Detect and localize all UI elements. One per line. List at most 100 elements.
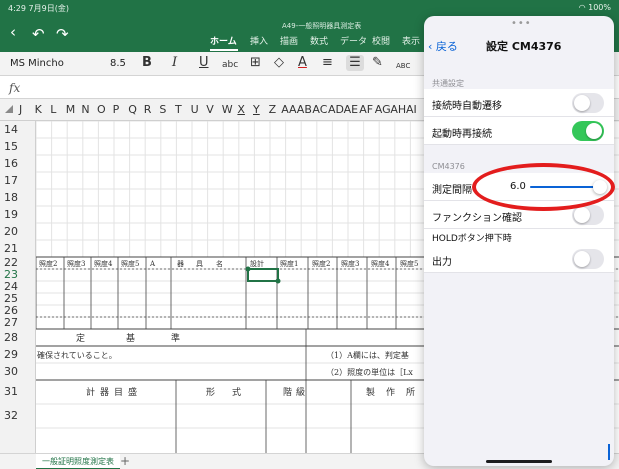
column-label[interactable]: M [66,103,76,116]
column-label[interactable]: S [159,103,166,116]
fill-color-icon[interactable]: ◇ [274,55,284,71]
undo-icon[interactable]: ↶ [32,26,45,42]
output-label: 出力 [432,257,452,268]
column-label[interactable]: Q [128,103,137,116]
column-label[interactable]: J [19,103,22,116]
interval-label: 測定間隔 [432,185,472,196]
tab-data[interactable]: データ [340,36,367,48]
row-label[interactable]: 20 [4,225,18,238]
column-label[interactable]: R [144,103,152,116]
status-battery: ◠ 100% [578,3,611,12]
grabber-icon[interactable]: ••• [511,18,532,29]
instrument-header-cell: 作 [386,386,395,398]
font-size-box[interactable]: 8.5 [110,58,126,69]
instrument-header-cell: 式 [232,386,241,398]
select-all-icon[interactable] [5,105,13,113]
add-sheet-button[interactable]: + [120,454,130,468]
column-label[interactable]: N [81,103,89,116]
output-toggle[interactable] [572,249,604,269]
redo-icon[interactable]: ↷ [56,26,69,42]
bold-button[interactable]: B [142,55,152,71]
row-label[interactable]: 32 [4,409,18,422]
row-label[interactable]: 27 [4,316,18,329]
row-label[interactable]: 30 [4,365,18,378]
table-header-cell: 照度2 [39,259,57,268]
column-label[interactable]: U [191,103,199,116]
instrument-header-cell: 形 [206,386,215,398]
tab-view[interactable]: 表示 [402,36,420,48]
tab-home[interactable]: ホーム [210,36,237,48]
instrument-header-cell: 計 [86,386,95,398]
row-label[interactable]: 18 [4,191,18,204]
scroll-indicator[interactable] [608,444,610,460]
auto-connect-toggle[interactable] [572,121,604,141]
row-label[interactable]: 17 [4,174,18,187]
row-label[interactable]: 21 [4,242,18,255]
column-label[interactable]: AF [359,103,373,116]
column-label[interactable]: X [237,103,245,116]
column-label[interactable]: AG [375,103,391,116]
document-title: A49-一般照明器具測定表 [282,22,362,30]
strikethrough-button[interactable]: abc [222,57,238,73]
tab-insert[interactable]: 挿入 [250,36,268,48]
column-label[interactable]: P [113,103,120,116]
column-label[interactable]: V [206,103,214,116]
row-header: 14 15 16 17 18 19 20 21 22 23 24 25 26 27 28 29 30 31 32 [0,121,36,453]
output-row: 出力 [424,245,614,273]
row-label[interactable]: 15 [4,140,18,153]
column-label[interactable]: AH [390,103,406,116]
sheet-tab[interactable]: 一般証明照度測定表 [36,454,120,469]
column-label[interactable]: AD [328,103,344,116]
back-icon[interactable]: ‹ [10,24,16,40]
font-name-box[interactable]: MS Mincho [10,58,64,69]
column-label[interactable]: Y [253,103,260,116]
borders-icon[interactable]: ⊞ [250,55,261,71]
italic-button[interactable]: I [172,55,177,71]
column-label[interactable]: Z [269,103,277,116]
row-label[interactable]: 28 [4,331,18,344]
align-icon[interactable]: ≡ [322,55,333,71]
table-header-cell: 照度3 [67,259,85,268]
column-label[interactable]: AE [344,103,358,116]
wrap-text-icon[interactable]: ☰ [346,55,364,71]
column-label[interactable]: AI [406,103,417,116]
back-button[interactable]: ‹ 戻る [428,38,458,54]
column-label[interactable]: T [175,103,182,116]
column-label[interactable]: AB [297,103,312,116]
instrument-header-cell: 盛 [128,386,137,398]
row-label[interactable]: 29 [4,348,18,361]
column-label[interactable]: AC [312,103,327,116]
function-check-label: ファンクション確認 [432,213,522,224]
font-color-button[interactable]: A [298,55,307,71]
column-label[interactable]: O [97,103,106,116]
selection-handle [275,278,281,284]
panel-title: 設定 CM4376 [486,40,562,53]
tab-formulas[interactable]: 数式 [310,36,328,48]
annotation-highlight [472,163,615,211]
column-label[interactable]: W [222,103,233,116]
format-icon[interactable]: ✎ [372,55,383,71]
active-tab-underline [210,49,238,51]
underline-button[interactable]: U [199,55,209,71]
auto-transition-toggle[interactable] [572,93,604,113]
home-indicator [486,460,552,463]
row-label[interactable]: 31 [4,385,18,398]
criteria-note: （1）A欄には、判定基 [326,350,409,360]
table-header-cell: 具 [196,260,203,268]
instrument-header-cell: 器 [100,387,109,398]
section-device: CM4376 [432,162,465,171]
column-label[interactable]: L [50,103,56,116]
instrument-header-cell: 階 [283,387,292,398]
row-label[interactable]: 16 [4,157,18,170]
fx-label: fx [9,81,21,95]
tab-draw[interactable]: 描画 [280,36,298,48]
column-label[interactable]: K [35,103,42,116]
row-label[interactable]: 14 [4,123,18,136]
table-header-cell: 照度5 [121,259,139,268]
tab-review[interactable]: 校閲 [372,36,390,48]
row-label[interactable]: 19 [4,208,18,221]
column-label[interactable]: AA [281,103,296,116]
table-header-cell: 照度4 [94,259,113,268]
more-button[interactable]: ABC [396,58,410,74]
hold-section-row: HOLDボタン押下時 [424,229,614,245]
